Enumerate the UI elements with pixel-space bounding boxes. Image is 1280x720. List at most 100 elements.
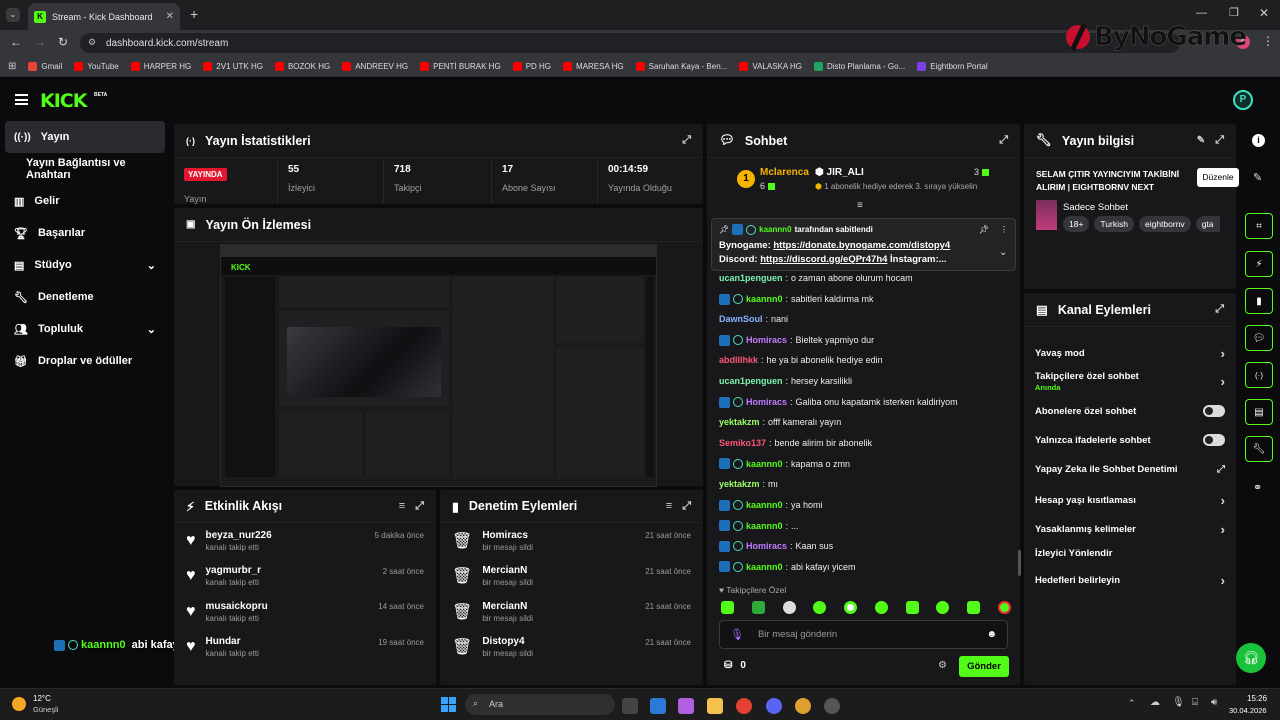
sidebar-item-topluluk[interactable]: 👥︎ Topluluk ⌄ <box>0 313 170 345</box>
sidebar-item-gelir[interactable]: ▥ Gelir <box>0 185 170 217</box>
action-subscribers-only[interactable]: Abonelere özel sohbet <box>1035 405 1225 417</box>
bookmark-item[interactable]: PENTİ BURAK HG <box>420 61 501 71</box>
forward-icon[interactable]: → <box>34 35 46 49</box>
popout-icon[interactable]: ⤢ <box>1215 303 1224 316</box>
reload-icon[interactable]: ↻ <box>58 35 68 49</box>
browser-tab-active[interactable]: K Stream - Kick Dashboard ✕ <box>28 3 180 30</box>
chat-username[interactable]: ucan1penguen <box>719 273 783 283</box>
chat-username[interactable]: kaannn0 <box>746 562 783 572</box>
sidebar-item-basarilar[interactable]: 🏆︎ Başarılar <box>0 217 170 249</box>
chat-scrollbar[interactable] <box>1018 550 1021 576</box>
stream-preview-video[interactable]: KICK <box>220 244 657 487</box>
emote-icon[interactable] <box>813 601 827 614</box>
new-tab-button[interactable]: + <box>190 6 198 22</box>
rail-button-broadcast[interactable]: (·) <box>1245 362 1273 388</box>
tag[interactable]: 18+ <box>1063 216 1090 232</box>
task-view-icon[interactable] <box>622 698 638 714</box>
chat-username[interactable]: kaannn0 <box>746 294 783 304</box>
sidebar-item-denetleme[interactable]: 🔧︎ Denetleme <box>0 281 170 313</box>
volume-icon[interactable]: 🔊︎ <box>1211 697 1217 708</box>
bookmark-item[interactable]: MARESA HG <box>563 61 624 71</box>
chat-username[interactable]: kaannn0 <box>746 500 783 510</box>
address-bar[interactable]: ⚙ dashboard.kick.com/stream <box>80 33 1180 53</box>
close-window-button[interactable]: ✕ <box>1259 6 1269 20</box>
hamburger-menu-icon[interactable] <box>15 94 28 105</box>
filter-icon[interactable]: ≡ <box>399 500 405 512</box>
top-gifter-name[interactable]: Mclarenca <box>760 167 809 178</box>
chat-username[interactable]: Homiracs <box>746 397 787 407</box>
back-icon[interactable]: ← <box>10 35 22 49</box>
bookmark-youtube[interactable]: YouTube <box>74 61 119 71</box>
chat-username[interactable]: ucan1penguen <box>719 376 783 386</box>
kick-logo[interactable]: KICK <box>40 90 87 112</box>
emote-icon[interactable] <box>905 601 919 614</box>
sidebar-item-stream-key[interactable]: Yayın Bağlantısı ve Anahtarı <box>0 153 170 185</box>
action-followers-only[interactable]: Takipçilere özel sohbet Anında › <box>1035 371 1225 392</box>
emote-icon[interactable] <box>721 601 734 614</box>
collapse-icon[interactable]: ≡ <box>857 200 863 211</box>
emote-icon[interactable] <box>782 601 796 614</box>
settings-gear-icon[interactable]: ⚙ <box>938 660 947 671</box>
donate-link[interactable]: https://donate.bynogame.com/distopy4 <box>773 240 950 251</box>
pin-icon[interactable]: 📌︎ <box>979 225 989 234</box>
popout-icon[interactable]: ⤢ <box>415 500 424 513</box>
action-goals[interactable]: Hedefleri belirleyin › <box>1035 573 1225 588</box>
apps-icon[interactable]: ⊞ <box>8 61 16 72</box>
share-nodes-icon[interactable]: ⚭ <box>1253 481 1262 494</box>
emote-only-toggle[interactable] <box>1203 434 1225 446</box>
gifter-name[interactable]: ⬢ JIR_ALI <box>815 167 864 178</box>
site-info-icon[interactable]: ⚙ <box>88 37 96 48</box>
tag[interactable]: Turkish <box>1094 216 1134 232</box>
store-icon[interactable] <box>650 698 666 714</box>
obs-icon[interactable] <box>824 698 840 714</box>
bookmark-item[interactable]: Disto Planlama - Go... <box>813 61 905 71</box>
chat-username[interactable]: kaannn0 <box>746 521 783 531</box>
microphone-icon[interactable]: 🎙︎ <box>730 628 744 641</box>
send-button[interactable]: Gönder <box>959 656 1009 677</box>
emoji-icon[interactable]: ☻ <box>986 629 997 640</box>
menu-icon[interactable]: ⋮ <box>1262 34 1274 48</box>
chrome-icon[interactable] <box>736 698 752 714</box>
chat-username[interactable]: Homiracs <box>746 541 787 551</box>
rail-button-scan[interactable]: ⌗ <box>1245 213 1273 239</box>
popout-icon[interactable]: ⤢ <box>682 134 691 147</box>
minimize-button[interactable]: — <box>1196 7 1207 19</box>
info-icon[interactable]: i <box>1252 134 1265 147</box>
action-ai-moderation[interactable]: Yapay Zeka ile Sohbet Denetimi ⤢ <box>1035 464 1225 475</box>
emote-icon[interactable] <box>997 601 1011 614</box>
popout-icon[interactable]: ⤢ <box>1215 134 1224 147</box>
clock-date[interactable]: 30.04.2026 <box>1229 706 1267 715</box>
popout-icon[interactable]: ⤢ <box>682 500 691 513</box>
bookmark-gmail[interactable]: Gmail <box>28 61 62 71</box>
sidebar-item-droplar[interactable]: 🎁︎ Droplar ve ödüller <box>0 345 170 377</box>
discord-link[interactable]: https://discord.gg/eQPr47h4 <box>760 254 887 265</box>
maximize-button[interactable]: ❐ <box>1229 6 1239 19</box>
rail-button-bolt[interactable]: ⚡︎ <box>1245 251 1273 277</box>
tag[interactable]: eightbornv <box>1138 216 1191 232</box>
subscribers-only-toggle[interactable] <box>1203 405 1225 417</box>
file-explorer-icon[interactable] <box>707 698 723 714</box>
chat-username[interactable]: Homiracs <box>746 335 787 345</box>
emote-icon[interactable] <box>967 601 981 614</box>
bookmark-item[interactable]: ANDREEV HG <box>342 61 408 71</box>
sidebar-item-yayin[interactable]: ((·)) Yayın <box>5 121 165 153</box>
sidebar-item-studyo[interactable]: ▤ Stüdyo ⌄ <box>0 249 170 281</box>
action-emote-only[interactable]: Yalnızca ifadelerle sohbet <box>1035 434 1225 446</box>
action-account-age[interactable]: Hesap yaşı kısıtlaması › <box>1035 493 1225 508</box>
emote-icon[interactable] <box>844 601 858 614</box>
action-banned-words[interactable]: Yasaklanmış kelimeler › <box>1035 522 1225 537</box>
bookmark-item[interactable]: 2V1 UTK HG <box>203 61 263 71</box>
tab-close-icon[interactable]: ✕ <box>166 11 174 22</box>
windows-start-icon[interactable] <box>441 697 456 712</box>
app-icon[interactable] <box>795 698 811 714</box>
weather-temp[interactable]: 12°C <box>33 694 51 703</box>
tray-chevron-icon[interactable]: ⌃ <box>1128 698 1136 709</box>
rail-button-chat[interactable]: 💬︎ <box>1245 325 1273 351</box>
emote-icon[interactable] <box>874 601 888 614</box>
chat-username[interactable]: yektakzm <box>719 479 760 489</box>
rail-button-wrench[interactable]: 🔧︎ <box>1245 436 1273 462</box>
action-slow-mode[interactable]: Yavaş mod › <box>1035 346 1225 361</box>
chat-username[interactable]: DawnSoul <box>719 314 763 324</box>
clock-time[interactable]: 15:26 <box>1247 694 1267 703</box>
emote-icon[interactable] <box>936 601 950 614</box>
